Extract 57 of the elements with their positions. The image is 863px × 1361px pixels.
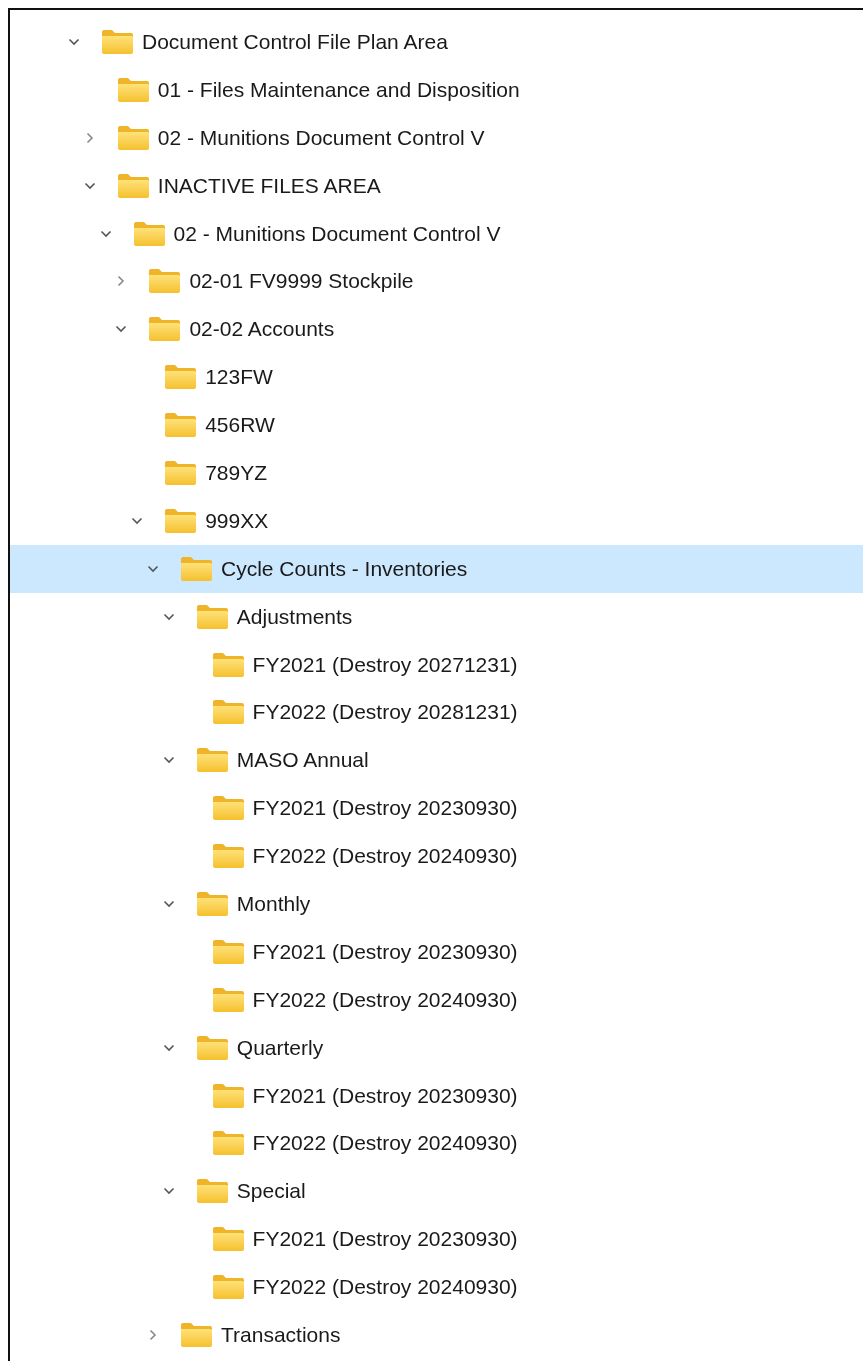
tree-item[interactable]: MASO Annual [10, 736, 863, 785]
folder-icon [148, 268, 182, 295]
folder-icon [116, 172, 150, 199]
tree-item[interactable]: FY2022 (Destroy 20240930) [10, 1119, 863, 1168]
tree-item[interactable]: FY2022 (Destroy 20240930) [10, 975, 863, 1024]
folder-icon [211, 1130, 245, 1157]
folder-icon [211, 699, 245, 726]
folder-icon [132, 220, 166, 247]
tree-item[interactable]: 456RW [10, 401, 863, 449]
tree-item[interactable]: 999XX [10, 496, 863, 545]
folder-icon [211, 986, 245, 1013]
tree-item[interactable]: 02 - Munitions Document Control V [10, 113, 863, 162]
tree-item[interactable]: FY2021 (Destroy 20230930) [10, 927, 863, 976]
folder-icon [211, 1226, 245, 1253]
folder-icon [164, 364, 198, 391]
chevron-icon[interactable] [147, 1329, 159, 1341]
tree-item[interactable]: FY2022 (Destroy 20281231) [10, 688, 863, 737]
folder-icon [164, 459, 198, 486]
tree-item[interactable]: 02-02 Accounts [10, 305, 863, 354]
folder-icon [116, 124, 150, 151]
tree-item[interactable]: Cycle Counts - Inventories [10, 544, 863, 593]
tree-item[interactable]: INACTIVE FILES AREA [10, 161, 863, 210]
tree-item[interactable]: Monthly [10, 880, 863, 928]
tree-item[interactable]: Special [10, 1167, 863, 1216]
folder-icon [164, 412, 198, 439]
tree-item[interactable]: 789YZ [10, 449, 863, 497]
tree-item[interactable]: 01 - Files Maintenance and Disposition [10, 65, 863, 114]
tree-item[interactable]: FY2022 (Destroy 20240930) [10, 1263, 863, 1312]
folder-icon [211, 1274, 245, 1301]
tree-item[interactable]: FY2022 (Destroy 20240930) [10, 832, 863, 881]
tree-item[interactable]: Transactions [10, 1311, 863, 1359]
folder-icon [195, 1178, 229, 1205]
folder-icon [116, 76, 150, 103]
tree-item[interactable]: 02-01 FV9999 Stockpile [10, 257, 863, 306]
folder-icon [211, 795, 245, 822]
folder-icon [101, 28, 134, 55]
tree-item[interactable]: FY2021 (Destroy 20230930) [10, 1071, 863, 1120]
folder-icon [195, 747, 229, 774]
folder-icon [180, 555, 213, 582]
folder-icon [195, 890, 229, 917]
folder-icon [211, 843, 245, 870]
tree-item[interactable]: FY2021 (Destroy 20271231) [10, 640, 863, 689]
folder-icon [211, 651, 245, 678]
folder-icon [195, 603, 229, 630]
folder-icon [148, 316, 182, 343]
tree-item[interactable]: Adjustments [10, 592, 863, 641]
folder-icon [195, 1034, 229, 1061]
tree-item[interactable]: 123FW [10, 353, 863, 402]
tree-item[interactable]: Document Control File Plan Area [10, 18, 863, 66]
tree-item[interactable]: Quarterly [10, 1023, 863, 1072]
folder-icon [180, 1322, 213, 1348]
folder-icon [211, 938, 245, 965]
tree-item[interactable]: FY2021 (Destroy 20230930) [10, 784, 863, 833]
tree-item[interactable]: 02 - Munitions Document Control V [10, 209, 863, 258]
folder-icon [164, 507, 198, 534]
tree-item[interactable]: FY2021 (Destroy 20230930) [10, 1215, 863, 1264]
folder-icon [211, 1082, 245, 1109]
